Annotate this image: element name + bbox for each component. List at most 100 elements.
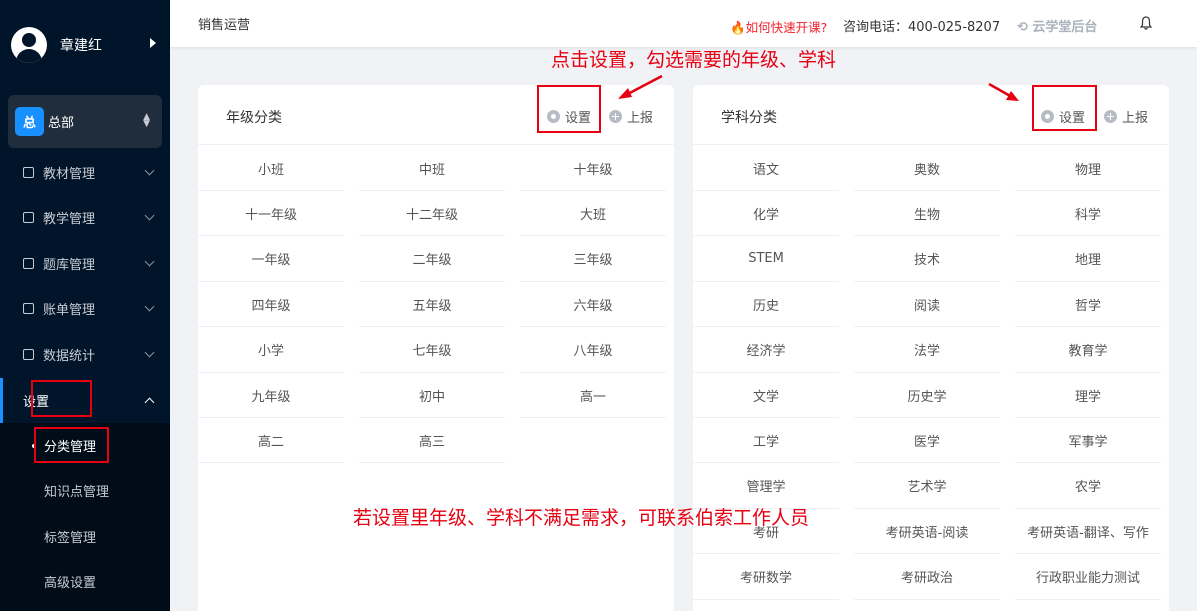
grade-item: 九年级: [198, 373, 344, 418]
grade-item: 小班: [198, 146, 344, 191]
menu-label: 数据统计: [43, 349, 96, 364]
grade-report-button[interactable]: 上报: [609, 107, 653, 126]
subject-item: 哲学: [1015, 282, 1161, 328]
chevron-up-icon: [144, 397, 155, 408]
bell-icon[interactable]: [1140, 16, 1152, 30]
submenu-label: 高级设置: [44, 576, 97, 591]
report-label: 上报: [1122, 111, 1149, 126]
org-badge: 总: [15, 107, 44, 136]
subject-item: 文学: [693, 373, 839, 418]
subject-item: 语文: [693, 146, 839, 191]
bill-icon: [23, 303, 34, 314]
user-profile[interactable]: 章建红: [0, 0, 170, 90]
grade-item: 七年级: [359, 328, 505, 373]
subject-item: 科学: [1015, 191, 1161, 237]
subject-item: 教育学: [1015, 328, 1161, 373]
plus-circle-icon: [1104, 110, 1117, 123]
annotation-bottom-note: 若设置里年级、学科不满足需求，可联系伯索工作人员: [353, 507, 810, 529]
brand-logo: ⟲ 云学堂后台: [1017, 20, 1098, 35]
subject-item: 地理: [1015, 237, 1161, 282]
sidebar: 章建红 总 总部 ▲▼ 教材管理 教学管理 题库管理 账单管理 数据统计 设置: [0, 0, 170, 611]
grade-item: 五年级: [359, 282, 505, 328]
subject-item: 考研政治: [854, 555, 1000, 600]
grade-item: 初中: [359, 373, 505, 418]
menu-label: 题库管理: [43, 258, 96, 273]
grade-item: 十一年级: [198, 191, 344, 237]
grade-item: 中班: [359, 146, 505, 191]
subject-item: 历史学: [854, 373, 1000, 418]
plus-circle-icon: [609, 110, 622, 123]
submenu-advanced-settings[interactable]: 高级设置: [0, 559, 170, 604]
subject-category-card: 学科分类 设置 上报 语文 奥数 物理 化学 生物 科学 STEM 技术 地理 历史 阅读 哲学 经济学…: [693, 85, 1169, 611]
subject-item: 理学: [1015, 373, 1161, 418]
up-down-arrows-icon: ▲ ▼: [143, 112, 150, 129]
avatar: [11, 27, 47, 63]
top-header: 销售运营 🔥如何快速开课? 咨询电话：400-025-8207 ⟲ 云学堂后台: [170, 0, 1197, 47]
submenu-label: 标签管理: [44, 531, 97, 546]
org-switcher[interactable]: 总 总部 ▲ ▼: [8, 95, 162, 148]
menu-item-textbook[interactable]: 教材管理: [0, 150, 170, 195]
menu-item-question-bank[interactable]: 题库管理: [0, 241, 170, 286]
highlight-box-settings-menu: [31, 380, 92, 417]
chevron-down-icon: [144, 210, 155, 221]
submenu-label: 知识点管理: [44, 485, 110, 500]
menu-label: 教学管理: [43, 212, 96, 227]
subject-item: 经济学: [693, 328, 839, 373]
grade-item: 大班: [520, 191, 666, 237]
subject-item: 阅读: [854, 282, 1000, 328]
submenu-knowledge-points[interactable]: 知识点管理: [0, 468, 170, 513]
grade-item: 十二年级: [359, 191, 505, 237]
menu-item-billing[interactable]: 账单管理: [0, 286, 170, 331]
brand-name: 云学堂后台: [1032, 20, 1098, 35]
chevron-down-icon: [144, 256, 155, 267]
grade-item: 六年级: [520, 282, 666, 328]
subject-item: 物理: [1015, 146, 1161, 191]
page-title: 销售运营: [198, 18, 251, 33]
subject-item: 生物: [854, 191, 1000, 237]
menu-item-statistics[interactable]: 数据统计: [0, 332, 170, 377]
grade-item: 八年级: [520, 328, 666, 373]
contact-phone: 咨询电话：400-025-8207: [843, 20, 1001, 35]
annotation-top-note: 点击设置，勾选需要的年级、学科: [551, 49, 837, 71]
subject-item: 行政职业能力测试: [1015, 555, 1161, 600]
card-title: 学科分类: [721, 110, 777, 126]
grade-item: 小学: [198, 328, 344, 373]
card-header: 学科分类 设置 上报: [693, 85, 1169, 145]
subject-item: 医学: [854, 418, 1000, 464]
menu-label: 教材管理: [43, 167, 96, 182]
question-bank-icon: [23, 258, 34, 269]
grade-item: 高三: [359, 418, 505, 464]
highlight-box-grade-settings: [537, 85, 601, 133]
chevron-down-icon: [144, 165, 155, 176]
menu-label: 账单管理: [43, 303, 96, 318]
grade-item: 高二: [198, 418, 344, 464]
subject-item: 化学: [693, 191, 839, 237]
subject-item: 技术: [854, 237, 1000, 282]
caret-right-icon[interactable]: [150, 38, 156, 48]
highlight-box-category-management: [34, 427, 109, 463]
user-name: 章建红: [60, 38, 102, 54]
submenu-tags[interactable]: 标签管理: [0, 514, 170, 559]
chevron-down-icon: [144, 347, 155, 358]
chevron-down-icon: [144, 301, 155, 312]
quick-start-link[interactable]: 🔥如何快速开课?: [730, 17, 827, 36]
grade-item: 高一: [520, 373, 666, 418]
subject-item: 奥数: [854, 146, 1000, 191]
subject-item: 艺术学: [854, 464, 1000, 509]
menu-item-teaching[interactable]: 教学管理: [0, 195, 170, 240]
subject-item: 农学: [1015, 464, 1161, 509]
book-icon: [23, 167, 34, 178]
grade-item: 四年级: [198, 282, 344, 328]
quick-start-label: 如何快速开课?: [745, 20, 828, 35]
highlight-box-subject-settings: [1032, 85, 1097, 131]
subject-item: 军事学: [1015, 418, 1161, 464]
report-label: 上报: [627, 111, 654, 126]
subject-report-button[interactable]: 上报: [1104, 107, 1148, 126]
grade-item: 二年级: [359, 237, 505, 282]
org-name: 总部: [48, 116, 75, 131]
subject-item: 工学: [693, 418, 839, 464]
subject-item: 考研数学: [693, 555, 839, 600]
grade-category-card: 年级分类 设置 上报 小班 中班 十年级 十一年级 十二年级 大班 一年级 二年级 三年级 四年级…: [198, 85, 674, 611]
card-title: 年级分类: [226, 110, 282, 126]
subject-item: 历史: [693, 282, 839, 328]
